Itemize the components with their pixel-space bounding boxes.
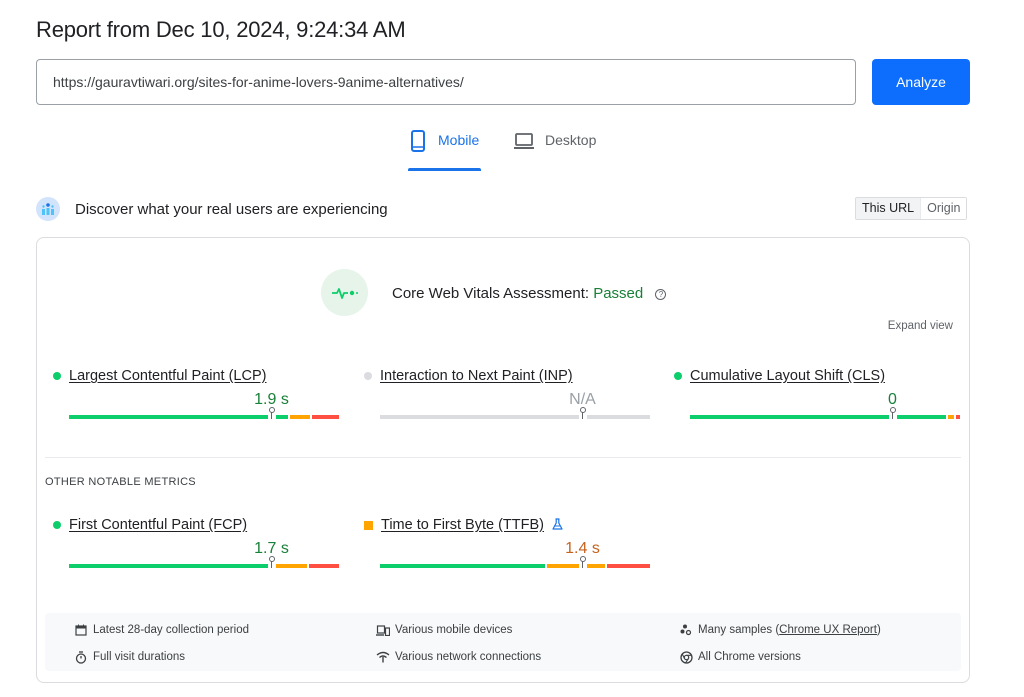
chrome-ux-report-link[interactable]: Chrome UX Report bbox=[779, 624, 877, 636]
metric-name[interactable]: Largest Contentful Paint (LCP) bbox=[69, 368, 266, 384]
percentile-marker-icon bbox=[578, 556, 587, 568]
field-data-heading-text: Discover what your real users are experi… bbox=[75, 200, 388, 218]
report-title: Report from Dec 10, 2024, 9:24:34 AM bbox=[36, 17, 406, 42]
data-info-footer: Latest 28-day collection period Full vis… bbox=[45, 613, 961, 671]
pulse-icon bbox=[321, 269, 368, 316]
footer-devices: Various mobile devices bbox=[376, 623, 512, 637]
analyze-button[interactable]: Analyze bbox=[872, 59, 970, 105]
laptop-icon bbox=[513, 130, 535, 153]
smartphone-icon bbox=[408, 130, 428, 155]
distribution-bar bbox=[690, 407, 960, 419]
cwv-assessment: Core Web Vitals Assessment: Passed ? bbox=[392, 285, 667, 302]
footer-collection-period: Latest 28-day collection period bbox=[74, 623, 249, 637]
metric-cls: Cumulative Layout Shift (CLS) 0 bbox=[674, 367, 964, 419]
footer-text: ) bbox=[876, 624, 881, 636]
field-data-heading: Discover what your real users are experi… bbox=[36, 197, 388, 221]
metric-fcp: First Contentful Paint (FCP) 1.7 s bbox=[53, 516, 343, 568]
bar-segment-good bbox=[69, 415, 289, 419]
percentile-marker-icon bbox=[267, 556, 276, 568]
cwv-assessment-status: Passed bbox=[593, 285, 644, 302]
flask-icon bbox=[552, 517, 563, 533]
metric-name[interactable]: Interaction to Next Paint (INP) bbox=[380, 368, 573, 384]
samples-icon bbox=[679, 623, 693, 637]
section-divider bbox=[45, 457, 961, 458]
bar-segment-poor bbox=[955, 415, 960, 419]
footer-text: Latest 28-day collection period bbox=[93, 624, 249, 636]
cwv-assessment-label: Core Web Vitals Assessment: bbox=[392, 285, 590, 302]
footer-text: Various mobile devices bbox=[395, 624, 513, 636]
other-metrics-heading: OTHER NOTABLE METRICS bbox=[45, 476, 196, 488]
footer-network: Various network connections bbox=[376, 650, 541, 664]
footer-text: Various network connections bbox=[395, 651, 542, 663]
bar-segment-needs-improvement bbox=[274, 564, 308, 568]
url-origin-toggle: This URL Origin bbox=[855, 197, 968, 220]
metric-name[interactable]: Cumulative Layout Shift (CLS) bbox=[690, 368, 885, 384]
percentile-marker-icon bbox=[267, 407, 276, 419]
rating-square-icon bbox=[364, 520, 373, 530]
percentile-marker-icon bbox=[578, 407, 587, 419]
tab-desktop-label: Desktop bbox=[545, 132, 597, 148]
metric-inp: Interaction to Next Paint (INP) N/A bbox=[364, 367, 654, 419]
distribution-bar bbox=[380, 556, 650, 568]
footer-text: Full visit durations bbox=[93, 651, 186, 663]
bar-segment-poor bbox=[312, 415, 339, 419]
distribution-bar bbox=[69, 407, 339, 419]
help-icon[interactable]: ? bbox=[655, 289, 667, 300]
distribution-bar bbox=[380, 407, 650, 419]
bar-segment-poor bbox=[309, 564, 339, 568]
toggle-origin[interactable]: Origin bbox=[920, 198, 967, 219]
footer-text: All Chrome versions bbox=[698, 651, 801, 663]
devices-icon bbox=[376, 623, 390, 637]
bar-segment-good bbox=[690, 415, 946, 419]
users-icon bbox=[36, 197, 60, 221]
calendar-icon bbox=[74, 623, 88, 637]
metric-name[interactable]: Time to First Byte (TTFB) bbox=[381, 517, 544, 533]
distribution-bar bbox=[69, 556, 339, 568]
metric-ttfb: Time to First Byte (TTFB) 1.4 s bbox=[364, 516, 654, 568]
percentile-marker-icon bbox=[888, 407, 897, 419]
active-tab-indicator bbox=[408, 168, 481, 171]
chrome-icon bbox=[679, 650, 693, 664]
stopwatch-icon bbox=[74, 650, 88, 664]
footer-versions: All Chrome versions bbox=[679, 650, 801, 664]
metric-name[interactable]: First Contentful Paint (FCP) bbox=[69, 517, 247, 533]
toggle-this-url[interactable]: This URL bbox=[856, 198, 921, 219]
tab-desktop[interactable]: Desktop bbox=[513, 130, 596, 170]
bar-segment-poor bbox=[606, 564, 650, 568]
rating-dot-icon bbox=[53, 372, 61, 380]
field-data-card: Core Web Vitals Assessment: Passed ? Exp… bbox=[36, 237, 970, 683]
bar-segment-needs-improvement bbox=[547, 564, 605, 568]
bar-segment-good bbox=[69, 564, 273, 568]
rating-dot-icon bbox=[674, 372, 682, 380]
footer-samples: Many samples (Chrome UX Report) bbox=[679, 623, 881, 637]
expand-view-link[interactable]: Expand view bbox=[888, 320, 953, 332]
rating-dot-icon bbox=[53, 521, 61, 529]
wifi-icon bbox=[376, 650, 390, 664]
tab-mobile-label: Mobile bbox=[438, 132, 480, 148]
footer-durations: Full visit durations bbox=[74, 650, 185, 664]
tab-mobile[interactable]: Mobile bbox=[408, 130, 479, 170]
rating-dot-icon bbox=[364, 372, 372, 380]
footer-text: Many samples ( bbox=[698, 624, 780, 636]
bar-segment-needs-improvement bbox=[947, 415, 954, 419]
device-tabs: Mobile Desktop bbox=[0, 130, 1024, 172]
url-input[interactable] bbox=[36, 59, 856, 105]
bar-segment-none bbox=[380, 415, 650, 419]
bar-segment-good bbox=[380, 564, 546, 568]
bar-segment-needs-improvement bbox=[290, 415, 310, 419]
metric-lcp: Largest Contentful Paint (LCP) 1.9 s bbox=[53, 367, 343, 419]
